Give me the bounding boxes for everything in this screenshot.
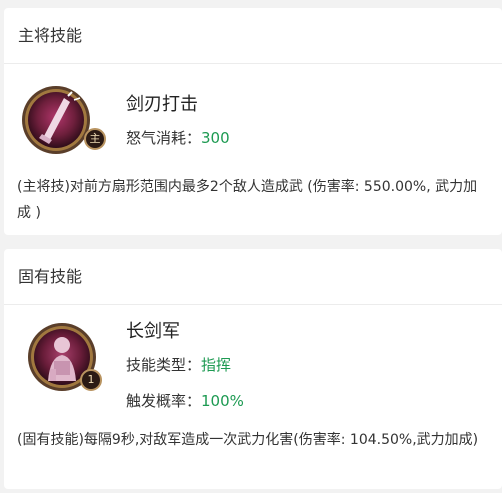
main-skill-cost: 怒气消耗：300	[126, 127, 230, 148]
innate-skill-chance: 触发概率：100%	[126, 390, 244, 411]
main-skill-badge: 主	[84, 128, 106, 150]
type-label: 技能类型：	[126, 356, 202, 374]
main-skill-card: 主将技能 主 剑刃打击 怒气消耗：300 (主将技)对前方扇形范围内最多2个敌人	[4, 8, 502, 235]
innate-skill-badge: 1	[80, 369, 102, 391]
main-skill-description: (主将技)对前方扇形范围内最多2个敌人造成武 (伤害率: 550.00%, 武力…	[17, 179, 478, 221]
chance-label: 触发概率：	[126, 392, 202, 410]
chance-value: 100%	[201, 392, 244, 410]
cost-label: 怒气消耗：	[126, 129, 202, 147]
innate-skill-description: (固有技能)每隔9秒,对敌军造成一次武力化害(伤害率: 104.50%,武力加成…	[17, 432, 479, 448]
sword-strike-icon[interactable]	[20, 84, 92, 156]
innate-skill-type: 技能类型：指挥	[126, 354, 231, 375]
main-skill-header: 主将技能	[4, 8, 502, 64]
main-skill-name: 剑刃打击	[126, 94, 198, 115]
innate-skill-header: 固有技能	[4, 249, 502, 305]
type-value: 指挥	[201, 356, 232, 374]
innate-skill-card: 固有技能 1 长剑军 技能类型：指挥 触发概率：100% (固有技能)每隔9秒,…	[4, 249, 502, 489]
cost-value: 300	[201, 129, 230, 147]
innate-skill-name: 长剑军	[126, 321, 180, 342]
